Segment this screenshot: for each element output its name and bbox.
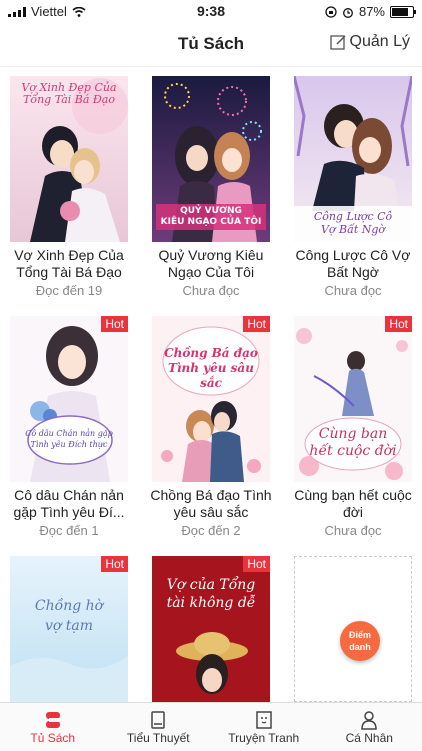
tab-novel[interactable]: Tiểu Thuyết xyxy=(106,703,212,751)
cover-art xyxy=(152,316,270,482)
battery-icon xyxy=(390,6,414,18)
checkin-slot: Điểm danh xyxy=(294,556,412,702)
book-cover: Hot Cô dâu Chán nản gặp Tình yêu Đích th… xyxy=(10,316,128,482)
cover-title: Cùng bạn hết cuộc đời xyxy=(298,426,408,460)
book-title: Chồng Bá đạo Tình yêu sâu sắc xyxy=(146,487,276,521)
book-card[interactable]: QUỶ VƯƠNG KIÊU NGẠO CỦA TÔI Quỷ Vương Ki… xyxy=(152,76,270,298)
book-progress: Đọc đến 2 xyxy=(146,523,276,538)
book-title: Cùng bạn hết cuộc đời xyxy=(288,487,418,521)
book-card[interactable]: Công Lược Cô Vợ Bất Ngờ Công Lược Cô Vợ … xyxy=(294,76,412,298)
manage-label: Quản Lý xyxy=(350,33,410,51)
hot-badge: Hot xyxy=(243,316,270,332)
book-cover: Hot Vợ của Tổng tài không dễ xyxy=(152,556,270,702)
book-progress: Chưa đọc xyxy=(288,523,418,538)
tab-label: Tủ Sách xyxy=(0,731,106,745)
nav-header: Tủ Sách Quản Lý xyxy=(0,22,422,67)
cover-art xyxy=(10,316,128,482)
book-cover: Hot Chồng Bá đạo Tình yêu sâu sắc xyxy=(152,316,270,482)
book-cover: Hot Cùng bạn hết cuộc đời xyxy=(294,316,412,482)
book-card[interactable]: Hot Vợ của Tổng tài không dễ xyxy=(152,556,270,702)
book-cover: Công Lược Cô Vợ Bất Ngờ xyxy=(294,76,412,242)
book-cover: QUỶ VƯƠNG KIÊU NGẠO CỦA TÔI xyxy=(152,76,270,242)
cover-title: Công Lược Cô Vợ Bất Ngờ xyxy=(298,210,408,236)
cover-title: Vợ Xinh Đẹp Của Tổng Tài Bá Đạo xyxy=(14,82,124,106)
tab-bookshelf[interactable]: Tủ Sách xyxy=(0,703,106,751)
hot-badge: Hot xyxy=(101,556,128,572)
tab-profile[interactable]: Cá Nhân xyxy=(317,703,422,751)
hot-badge: Hot xyxy=(101,316,128,332)
book-card[interactable]: Vợ Xinh Đẹp Của Tổng Tài Bá Đạo Vợ Xinh … xyxy=(10,76,128,298)
person-icon xyxy=(359,710,379,730)
book-progress: Đọc đến 19 xyxy=(4,283,134,298)
tab-label: Tiểu Thuyết xyxy=(106,731,212,745)
book-progress: Chưa đọc xyxy=(288,283,418,298)
status-right: 87% xyxy=(325,4,414,19)
book-cover: Hot Chồng hờ vợ tạm xyxy=(10,556,128,702)
tab-bar: Tủ Sách Tiểu Thuyết Truyện Tranh Cá Nhân xyxy=(0,702,422,751)
comic-icon xyxy=(254,710,274,730)
edit-icon xyxy=(330,34,347,51)
book-card[interactable]: Hot Chồng hờ vợ tạm xyxy=(10,556,128,702)
hot-badge: Hot xyxy=(243,556,270,572)
book-cover: Vợ Xinh Đẹp Của Tổng Tài Bá Đạo xyxy=(10,76,128,242)
book-progress: Chưa đọc xyxy=(146,283,276,298)
checkin-button[interactable]: Điểm danh xyxy=(340,621,380,661)
cover-title: Vợ của Tổng tài không dễ xyxy=(156,576,266,612)
alarm-icon xyxy=(342,6,354,18)
book-title: Công Lược Cô Vợ Bất Ngờ xyxy=(288,247,418,281)
book-title: Vợ Xinh Đẹp Của Tổng Tài Bá Đạo xyxy=(4,247,134,281)
cover-title: Chồng Bá đạo Tình yêu sâu sắc xyxy=(156,346,266,391)
book-icon xyxy=(148,710,168,730)
cover-title: Cô dâu Chán nản gặp Tình yêu Đích thực xyxy=(14,428,124,450)
book-title: Cô dâu Chán nản gặp Tình yêu Đí... xyxy=(4,487,134,521)
hot-badge: Hot xyxy=(385,316,412,332)
bookshelf-icon xyxy=(43,710,63,730)
book-card[interactable]: Hot Chồng Bá đạo Tình yêu sâu sắc Chồng … xyxy=(152,316,270,538)
book-card[interactable]: Hot Cùng bạn hết cuộc đời Cùng bạn hết c… xyxy=(294,316,412,538)
battery-percent: 87% xyxy=(359,4,385,19)
tab-label: Cá Nhân xyxy=(317,731,422,745)
checkin-label-line2: danh xyxy=(349,642,371,652)
book-card[interactable]: Hot Cô dâu Chán nản gặp Tình yêu Đích th… xyxy=(10,316,128,538)
book-progress: Đọc đến 1 xyxy=(4,523,134,538)
cover-title: Chồng hờ vợ tạm xyxy=(14,596,124,636)
rotation-lock-icon xyxy=(325,6,337,18)
checkin-label-line1: Điểm xyxy=(349,630,371,640)
manage-button[interactable]: Quản Lý xyxy=(330,33,410,51)
tab-comic[interactable]: Truyện Tranh xyxy=(211,703,317,751)
book-title: Quỷ Vương Kiêu Ngạo Của Tôi xyxy=(146,247,276,281)
tab-label: Truyện Tranh xyxy=(211,731,317,745)
status-bar: Viettel 9:38 87% xyxy=(0,0,422,22)
cover-title: QUỶ VƯƠNG KIÊU NGẠO CỦA TÔI xyxy=(156,206,266,228)
